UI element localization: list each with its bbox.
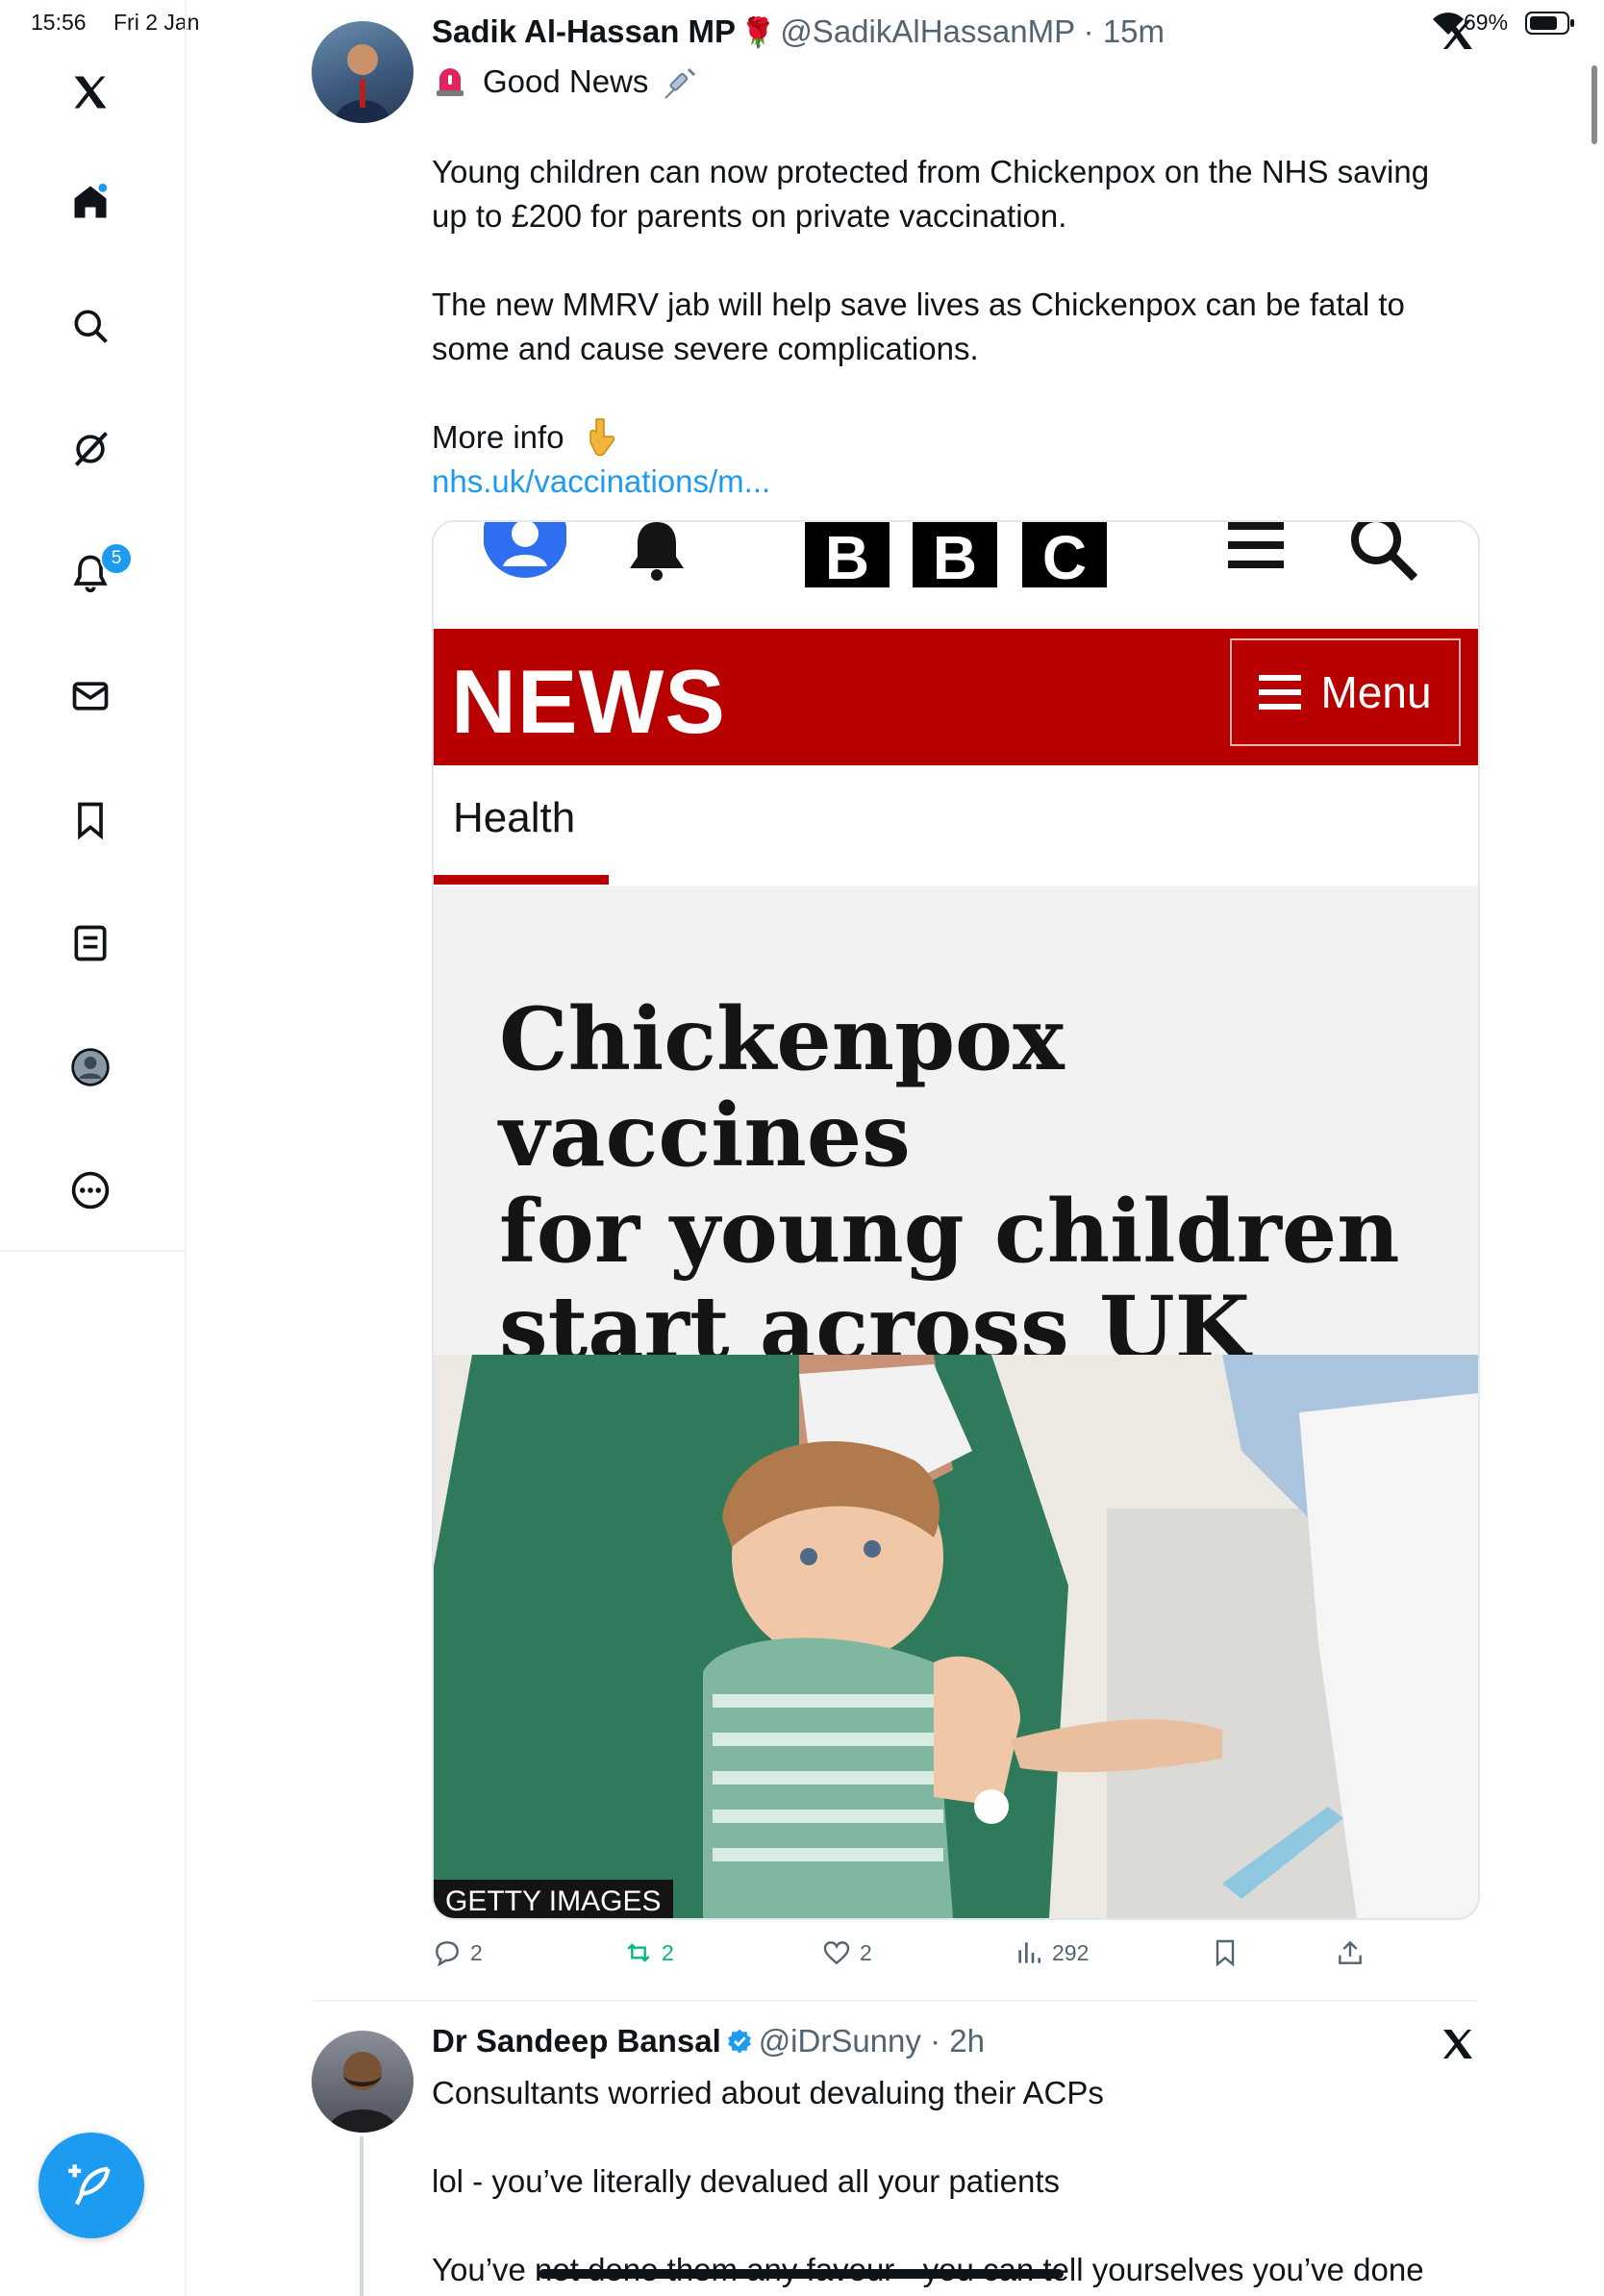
- home-indicator[interactable]: [539, 2269, 1064, 2279]
- link-card-image[interactable]: B B C NEWS Menu Health Chickenpox vaccin…: [432, 520, 1480, 1920]
- bookmark-button[interactable]: [1210, 1937, 1241, 1968]
- author-name[interactable]: Sadik Al-Hassan MP: [432, 13, 736, 49]
- notification-badge: 5: [100, 542, 133, 575]
- hamburger-icon: [1259, 675, 1302, 710]
- list-icon[interactable]: [63, 916, 117, 970]
- reply-count: 2: [470, 1939, 483, 1965]
- thread-line: [360, 2136, 363, 2296]
- hamburger-icon: [1228, 522, 1284, 572]
- author-handle[interactable]: @SadikAlHassanMP: [780, 13, 1074, 49]
- section-underline: [434, 875, 609, 885]
- bookmark-icon[interactable]: [63, 793, 117, 847]
- more-info-text: More info: [432, 419, 564, 455]
- repost-button[interactable]: 2: [623, 1937, 674, 1968]
- tweet-header: Dr Sandeep Bansal @iDrSunny · 2h: [432, 2023, 985, 2059]
- tweet-body-line: some and cause severe complications.: [432, 331, 979, 366]
- repost-count: 2: [662, 1939, 674, 1965]
- avatar[interactable]: [312, 21, 414, 123]
- view-count: 292: [1052, 1939, 1090, 1965]
- bbc-logo-letter: C: [1022, 522, 1107, 588]
- news-logo: NEWS: [451, 651, 726, 752]
- headline-area: Chickenpox vaccines for young children s…: [434, 886, 1478, 1376]
- more-icon[interactable]: [63, 1163, 117, 1217]
- tweet-body-line: up to £200 for parents on private vaccin…: [432, 198, 1067, 234]
- bbc-logo-letter: B: [805, 522, 890, 588]
- share-icon: [1339, 1940, 1362, 1964]
- article-photo: [434, 1355, 1478, 1918]
- reply-button[interactable]: 2: [432, 1937, 483, 1968]
- x-logo-icon[interactable]: [1439, 2025, 1477, 2063]
- profile-icon[interactable]: [63, 1040, 117, 1094]
- scrollbar[interactable]: [1591, 65, 1597, 144]
- menu-label: Menu: [1320, 667, 1432, 717]
- x-logo-icon[interactable]: [1439, 15, 1477, 54]
- compose-post-button[interactable]: [38, 2133, 144, 2238]
- article-headline: Chickenpox vaccines for young children s…: [499, 991, 1422, 1376]
- views-icon: [1018, 1942, 1040, 1963]
- pointing-down-icon: [585, 415, 617, 458]
- like-button[interactable]: 2: [821, 1937, 872, 1968]
- tweet-body-line: Young children can now protected from Ch…: [432, 154, 1430, 189]
- bbc-logo-letter: B: [913, 522, 997, 588]
- headline-line: for young children: [499, 1181, 1400, 1283]
- feather-plus-icon: [68, 2164, 111, 2206]
- reply-icon: [436, 1941, 459, 1967]
- photo-credit: GETTY IMAGES: [434, 1880, 673, 1918]
- views-button[interactable]: 292: [1014, 1937, 1089, 1968]
- tweet-line: Good News: [483, 63, 649, 99]
- section-nav: Health: [434, 765, 1478, 886]
- news-bar: NEWS Menu: [434, 629, 1478, 765]
- bell-icon: [622, 522, 691, 582]
- tweet-link[interactable]: nhs.uk/vaccinations/m...: [432, 460, 770, 504]
- column-divider: [185, 1250, 187, 2296]
- share-button[interactable]: [1335, 1937, 1366, 1968]
- syringe-icon: [662, 63, 700, 102]
- tweet-body-line: The new MMRV jab will help save lives as…: [432, 287, 1405, 322]
- like-count: 2: [860, 1939, 872, 1965]
- tweet-header: Sadik Al-Hassan MP 🌹 @SadikAlHassanMP · …: [432, 13, 1165, 49]
- section-label: Health: [453, 794, 576, 841]
- search-icon: [1347, 522, 1420, 584]
- post-time[interactable]: 15m: [1103, 13, 1165, 49]
- avatar[interactable]: [312, 2031, 414, 2133]
- author-handle[interactable]: @iDrSunny: [759, 2023, 921, 2059]
- x-logo-icon[interactable]: [63, 65, 117, 119]
- repost-icon: [627, 1943, 650, 1962]
- sidebar-divider: [0, 1250, 185, 1252]
- tweet-body-line: Consultants worried about devaluing thei…: [432, 2075, 1104, 2110]
- home-icon[interactable]: [63, 175, 117, 229]
- grok-icon[interactable]: [63, 422, 117, 476]
- rose-emoji: 🌹: [739, 17, 776, 49]
- account-icon: [483, 522, 567, 580]
- bbc-menu-button: Menu: [1230, 638, 1461, 746]
- heart-icon: [823, 1941, 850, 1965]
- bbc-header: B B C: [434, 522, 1478, 628]
- siren-icon: [435, 63, 465, 98]
- headline-line: Chickenpox vaccines: [499, 988, 1065, 1186]
- post-divider: [312, 2000, 1477, 2002]
- mail-icon[interactable]: [63, 669, 117, 723]
- search-icon[interactable]: [63, 299, 117, 353]
- author-name[interactable]: Dr Sandeep Bansal: [432, 2023, 721, 2059]
- battery-icon: [1525, 12, 1575, 35]
- tweet-body-line: lol - you’ve literally devalued all your…: [432, 2163, 1061, 2199]
- post-time[interactable]: 2h: [949, 2023, 985, 2059]
- bookmark-icon: [1216, 1939, 1235, 1967]
- verified-badge-icon: [728, 2029, 752, 2054]
